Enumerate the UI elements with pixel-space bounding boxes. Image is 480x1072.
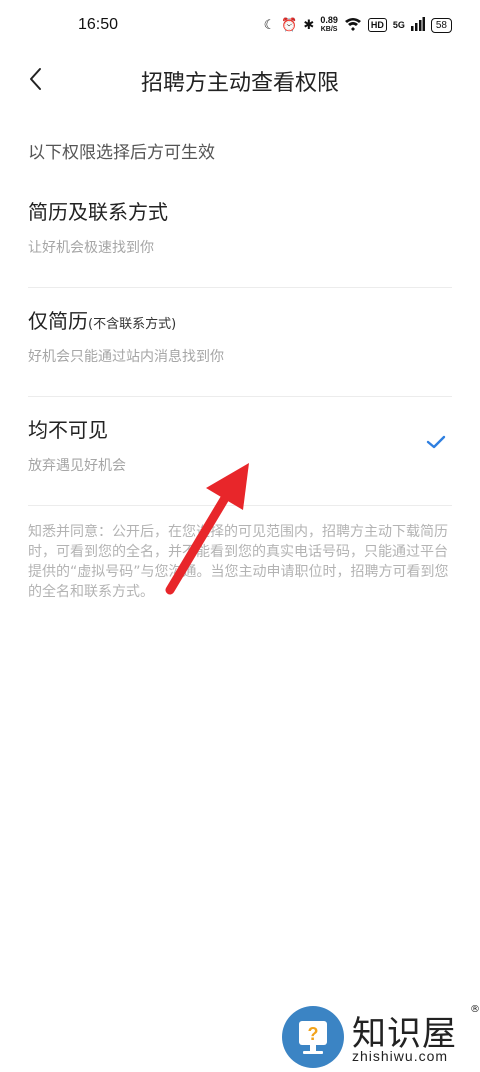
registered-mark: ®	[470, 1004, 480, 1015]
logo-circle: ?	[282, 1006, 344, 1068]
option-title: 仅简历(不含联系方式)	[28, 309, 177, 333]
option-description: 让好机会极速找到你	[28, 240, 154, 256]
status-time: 16:50	[78, 16, 119, 33]
check-icon	[426, 435, 446, 449]
watermark-logo: ? 知识屋 ® zhishiwu.com	[282, 1004, 480, 1070]
net-speed: 0.89 KB/S	[320, 15, 338, 34]
hd-badge: HD	[367, 18, 387, 32]
signal-label: 5G	[392, 20, 405, 30]
option-resume-and-contact[interactable]: 简历及联系方式 让好机会极速找到你	[28, 178, 452, 288]
moon-icon: ☾	[263, 17, 276, 32]
battery-indicator: 58	[430, 17, 452, 33]
bluetooth-icon: ✱	[303, 17, 315, 32]
alarm-icon: ⏰	[281, 17, 298, 32]
nav-bar: 招聘方主动查看权限	[0, 56, 480, 104]
watermark-url: zhishiwu.com	[352, 1048, 449, 1064]
option-description: 好机会只能通过站内消息找到你	[28, 349, 224, 365]
status-icons: ☾ ⏰ ✱ 0.89 KB/S HD 5G 58	[264, 16, 452, 34]
svg-text:?: ?	[308, 1024, 319, 1044]
signal-icon	[410, 16, 425, 34]
wifi-icon	[344, 17, 362, 34]
option-description: 放弃遇见好机会	[28, 458, 126, 474]
consent-notice: 知悉并同意：公开后，在您选择的可见范围内，招聘方主动下载简历时，可看到您的全名，…	[28, 524, 449, 600]
option-invisible[interactable]: 均不可见 放弃遇见好机会	[28, 396, 452, 506]
permission-hint: 以下权限选择后方可生效	[28, 143, 215, 163]
option-title: 简历及联系方式	[28, 200, 168, 224]
status-bar: 16:50 ☾ ⏰ ✱ 0.89 KB/S HD 5G 58	[0, 0, 480, 56]
help-monitor-icon: ?	[299, 1021, 327, 1054]
page-title: 招聘方主动查看权限	[140, 71, 339, 96]
option-resume-only[interactable]: 仅简历(不含联系方式) 好机会只能通过站内消息找到你	[28, 287, 452, 397]
option-title: 均不可见	[28, 418, 108, 442]
